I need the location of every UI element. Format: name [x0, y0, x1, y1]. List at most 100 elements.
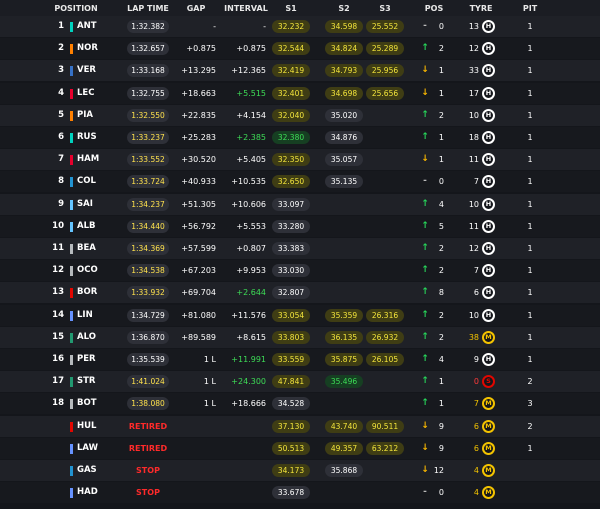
team-color-bar	[70, 488, 73, 499]
sector-s1-time: 33.559	[272, 353, 310, 366]
interval-value: +12.365	[231, 66, 266, 76]
table-row[interactable]: 18 BOT 1:38.080 1 L +18.666 34.528 ↑ 1 7 M 3	[0, 393, 600, 415]
lap-time: 1:32.657	[127, 42, 169, 56]
lap-time: 1:34.440	[127, 219, 169, 233]
interval-value: -	[263, 22, 266, 31]
position-change-arrow-icon: ↓	[421, 465, 429, 475]
table-row[interactable]: GAS STOP 34.173 35.868 ↓ 12 4 M	[0, 460, 600, 481]
table-row[interactable]: 12 OCO 1:34.538 +67.203 +9.953 33.030 ↑ 2 7 H 1	[0, 260, 600, 282]
team-color-bar	[70, 266, 73, 277]
sector-s1-time: 32.544	[272, 42, 310, 56]
interval-value: +9.953	[236, 266, 266, 276]
position-change-arrow-icon: ↑	[421, 43, 429, 54]
tyre-compound-icon: H	[482, 197, 495, 211]
position-change-arrow-icon: ↑	[421, 331, 429, 342]
driver-code: GAS	[77, 465, 97, 475]
table-row[interactable]: 9 SAI 1:34.237 +51.305 +10.606 33.097 ↑ 4 10 H 1	[0, 193, 600, 215]
table-row[interactable]: HUL RETIRED 37.130 43.740 90.511 ↓ 9 6 M 2	[0, 415, 600, 437]
position-change-count: 8	[438, 288, 444, 298]
sector-s2-time: 34.698	[325, 86, 363, 100]
table-row[interactable]: 15 ALO 1:36.870 +89.589 +8.615 33.803 36.135 26…	[0, 326, 600, 348]
table-row[interactable]: 8 COL 1:33.724 +40.933 +10.535 32.650 35.135 - 0…	[0, 171, 600, 193]
driver-code: HAD	[77, 487, 98, 498]
table-row[interactable]: 16 PER 1:35.539 1 L +11.991 33.559 35.875 26.10…	[0, 349, 600, 370]
lap-time: 1:33.168	[127, 64, 169, 78]
sector-s3-time: 25.289	[366, 42, 404, 56]
driver-code: PIA	[77, 109, 93, 120]
table-row[interactable]: 14 LIN 1:34.729 +81.080 +11.576 33.054 35.359 2…	[0, 304, 600, 326]
sector-s1-time: 33.097	[272, 197, 310, 211]
sector-s2-time: 35.875	[325, 353, 363, 366]
sector-s1-time: 32.380	[272, 131, 310, 144]
interval-value: +11.991	[231, 355, 266, 364]
pit-stops: 2	[527, 421, 533, 431]
tyre-laps: 13	[468, 22, 479, 31]
table-row[interactable]: 11 BEA 1:34.369 +57.599 +0.807 33.383 ↑ 2 12 H 1	[0, 238, 600, 259]
header-tyre: TYRE	[469, 4, 493, 13]
interval-value: +0.807	[236, 244, 266, 253]
tyre-compound-icon: H	[482, 131, 495, 144]
pit-stops: 1	[527, 266, 533, 276]
position-number: 1	[58, 21, 64, 31]
sector-s3-time: 25.956	[366, 64, 404, 78]
position-number: 17	[52, 376, 64, 387]
position-number: 11	[52, 243, 64, 253]
sector-s3-time: 25.656	[366, 86, 404, 100]
team-color-bar	[70, 88, 73, 99]
table-row[interactable]: 5 PIA 1:32.550 +22.835 +4.154 32.040 35.020 ↑ 2 1…	[0, 104, 600, 126]
interval-value: +10.535	[231, 177, 266, 187]
table-row[interactable]: 10 ALB 1:34.440 +56.792 +5.553 33.280 ↑ 5 11 H 1	[0, 215, 600, 237]
interval-value: +18.666	[231, 399, 266, 409]
lap-time: 1:34.729	[127, 308, 169, 322]
table-row[interactable]: 6 RUS 1:33.237 +25.283 +2.385 32.380 34.876 ↑ 1 1…	[0, 127, 600, 148]
tyre-laps: 18	[468, 133, 479, 142]
tyre-laps: 38	[468, 332, 479, 342]
table-row[interactable]: LAW RETIRED 50.513 49.357 63.212 ↓ 9 6 M 1	[0, 437, 600, 459]
sector-s2-time: 35.868	[325, 464, 363, 477]
lap-time: 1:34.369	[127, 242, 169, 255]
sector-s3-time: 26.105	[366, 353, 404, 366]
lap-time: 1:36.870	[127, 330, 169, 344]
table-row[interactable]: 2 NOR 1:32.657 +0.875 +0.875 32.544 34.824 25.2…	[0, 38, 600, 60]
position-change-count: 1	[438, 155, 444, 165]
table-row[interactable]: 7 HAM 1:33.552 +30.520 +5.405 32.350 35.057 ↓ 1 1…	[0, 149, 600, 171]
sector-s3-time: 26.932	[366, 330, 404, 344]
position-number: 16	[52, 354, 64, 364]
pit-stops: 1	[527, 288, 533, 298]
tyre-laps: 9	[473, 355, 479, 364]
table-row[interactable]: 17 STR 1:41.024 1 L +24.300 47.841 35.496 ↑ 1 0 S 2	[0, 371, 600, 393]
pit-stops: 1	[527, 155, 533, 165]
tyre-laps: 12	[468, 244, 479, 253]
table-row[interactable]: 4 LEC 1:32.755 +18.663 +5.515 32.401 34.698 25.…	[0, 82, 600, 104]
position-number: 14	[52, 309, 64, 320]
position-number: 8	[58, 176, 64, 187]
tyre-compound-icon: M	[482, 486, 495, 500]
lap-time: 1:33.237	[127, 131, 169, 144]
tyre-laps: 11	[468, 221, 479, 231]
position-change-count: 1	[438, 133, 444, 142]
position-number: 2	[58, 43, 64, 54]
position-change-count: 12	[433, 466, 444, 475]
sector-s1-time: 33.280	[272, 219, 310, 233]
position-change-count: 2	[438, 332, 444, 342]
lap-time: 1:35.539	[127, 353, 169, 366]
sector-s2-time: 35.135	[325, 175, 363, 189]
pit-stops: 1	[527, 44, 533, 54]
position-change-arrow-icon: ↑	[421, 376, 429, 387]
table-row[interactable]: HAD STOP 33.678 - 0 4 M	[0, 482, 600, 504]
team-color-bar	[70, 199, 73, 210]
header-pit: PIT	[522, 4, 538, 13]
tyre-laps: 33	[468, 66, 479, 76]
tyre-compound-icon: H	[482, 286, 495, 300]
table-row[interactable]: 13 BOR 1:33.932 +69.704 +2.644 32.807 ↑ 8 6 H 1	[0, 282, 600, 304]
table-row[interactable]: 1 ANT 1:32.382- -32.232 34.598 25.552-0 13 H 1	[0, 16, 600, 37]
driver-code: BEA	[77, 243, 96, 253]
driver-code: PER	[77, 354, 96, 364]
position-change-arrow-icon: ↓	[421, 154, 429, 165]
position-change-count: 2	[438, 110, 444, 120]
sector-s1-time: 32.232	[272, 20, 310, 33]
table-row[interactable]: 3 VER 1:33.168 +13.295 +12.365 32.419 34.793 25…	[0, 60, 600, 82]
team-color-bar	[70, 443, 73, 454]
status-badge: STOP	[136, 466, 160, 475]
lap-time: 1:38.080	[127, 397, 169, 411]
